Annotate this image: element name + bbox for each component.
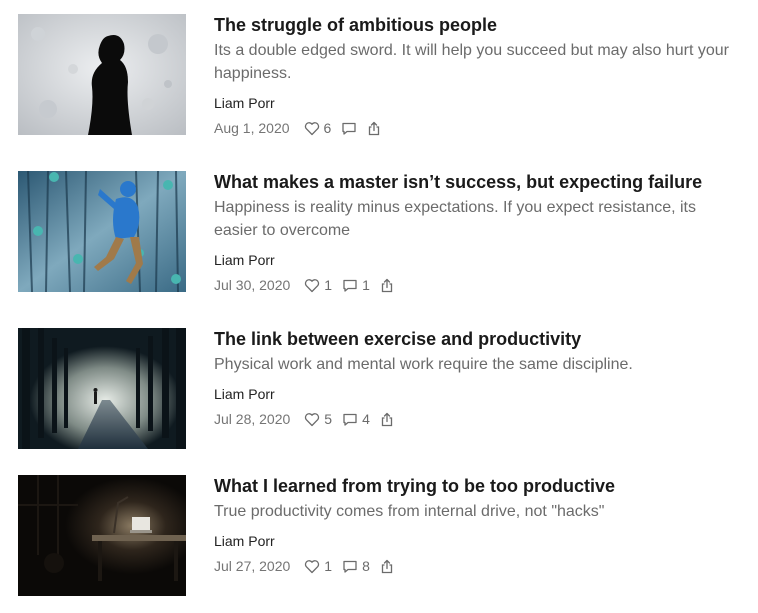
post-thumbnail[interactable] — [18, 14, 186, 135]
post-subtitle: True productivity comes from internal dr… — [214, 503, 605, 520]
post-meta: Jul 28, 2020 5 4 — [214, 410, 404, 428]
comment-count: 8 — [362, 558, 370, 574]
comment-button[interactable] — [341, 121, 357, 136]
post-date: Jul 30, 2020 — [214, 277, 291, 293]
share-button[interactable] — [380, 278, 394, 293]
post-thumbnail[interactable] — [18, 475, 186, 596]
post-title[interactable]: What I learned from trying to be too pro… — [214, 475, 615, 497]
post-thumbnail[interactable] — [18, 328, 186, 449]
comment-count: 4 — [362, 411, 370, 427]
like-count: 6 — [323, 120, 332, 136]
share-button[interactable] — [380, 412, 394, 427]
like-button[interactable]: 6 — [304, 119, 332, 137]
post-author[interactable]: Liam Porr — [214, 251, 275, 269]
post-date: Jul 27, 2020 — [214, 558, 291, 574]
comment-icon — [343, 279, 357, 292]
post-meta: Aug 1, 2020 6 — [214, 119, 391, 137]
comment-button[interactable]: 8 — [342, 557, 370, 575]
heart-icon — [304, 121, 319, 135]
post-subtitle: Its a double edged sword. It will help y… — [214, 42, 729, 82]
like-count: 5 — [324, 411, 333, 427]
post-author[interactable]: Liam Porr — [214, 94, 275, 112]
share-icon — [381, 412, 393, 426]
post-subtitle: Happiness is reality minus expectations.… — [214, 199, 696, 239]
comment-icon — [343, 413, 357, 426]
heart-icon — [305, 412, 320, 426]
like-button[interactable]: 5 — [304, 410, 332, 428]
share-button[interactable] — [380, 559, 394, 574]
like-button[interactable]: 1 — [304, 557, 332, 575]
post-date: Aug 1, 2020 — [214, 120, 290, 136]
like-button[interactable]: 1 — [304, 276, 332, 294]
post-author[interactable]: Liam Porr — [214, 385, 275, 403]
post-item[interactable]: The link between exercise and productivi… — [0, 328, 758, 450]
heart-icon — [305, 278, 320, 292]
comment-button[interactable]: 1 — [342, 276, 370, 294]
post-date: Jul 28, 2020 — [214, 411, 291, 427]
post-title[interactable]: The link between exercise and productivi… — [214, 328, 581, 350]
share-icon — [381, 559, 393, 573]
post-item[interactable]: What I learned from trying to be too pro… — [0, 475, 758, 597]
post-author[interactable]: Liam Porr — [214, 532, 275, 550]
share-icon — [369, 121, 380, 135]
post-meta: Jul 30, 2020 1 1 — [214, 276, 404, 294]
post-title[interactable]: What makes a master isn’t success, but e… — [214, 171, 702, 193]
like-count: 1 — [324, 277, 333, 293]
post-meta: Jul 27, 2020 1 8 — [214, 557, 404, 575]
post-thumbnail[interactable] — [18, 171, 186, 292]
post-title[interactable]: The struggle of ambitious people — [214, 14, 497, 36]
comment-icon — [343, 560, 357, 573]
share-button[interactable] — [367, 121, 381, 136]
comment-icon — [342, 122, 356, 135]
post-item[interactable]: The struggle of ambitious people Its a d… — [0, 14, 758, 136]
like-count: 1 — [324, 558, 333, 574]
comment-count: 1 — [362, 277, 370, 293]
heart-icon — [305, 559, 320, 573]
comment-button[interactable]: 4 — [342, 410, 370, 428]
post-item[interactable]: What makes a master isn’t success, but e… — [0, 171, 758, 293]
share-icon — [381, 278, 393, 292]
post-subtitle: Physical work and mental work require th… — [214, 356, 633, 373]
